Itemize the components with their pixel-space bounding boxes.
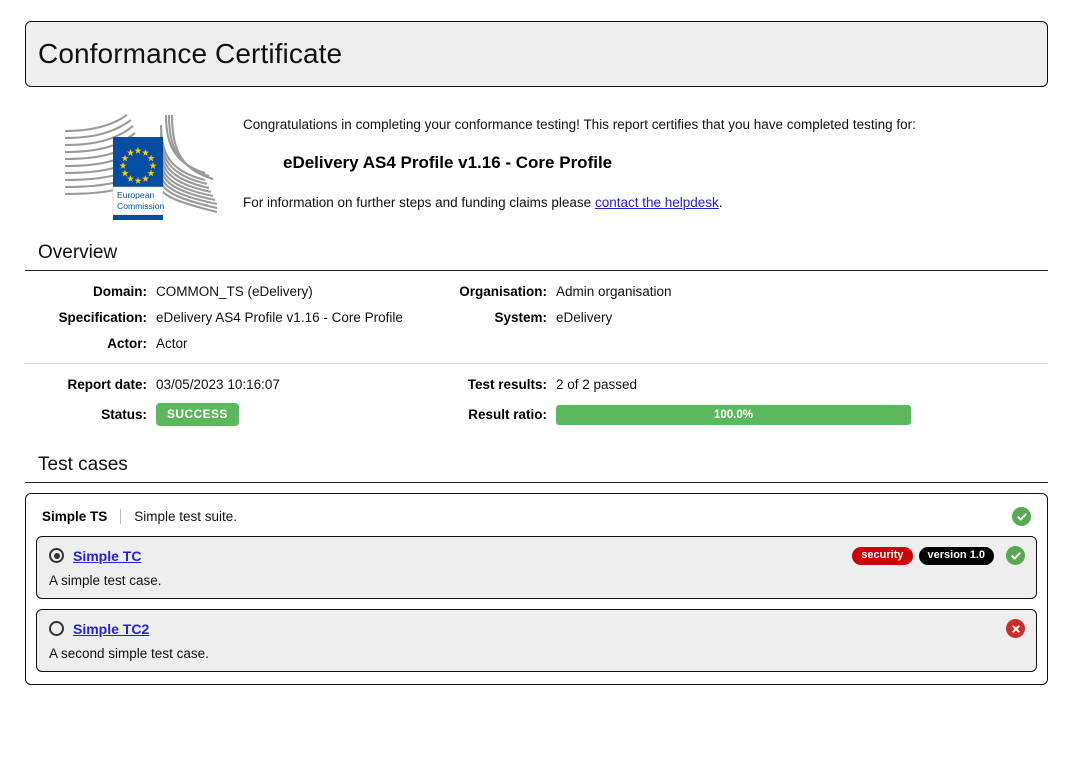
page-title-bar: Conformance Certificate bbox=[25, 21, 1048, 87]
system-label: System: bbox=[494, 310, 547, 325]
specification-value: eDelivery AS4 Profile v1.16 - Core Profi… bbox=[156, 310, 403, 325]
domain-value: COMMON_TS (eDelivery) bbox=[156, 284, 313, 299]
test-suite-name: Simple TS bbox=[42, 509, 122, 524]
logo-bottom-bar bbox=[113, 215, 163, 220]
overview-row-status: Status: SUCCESS Result ratio: 100.0% bbox=[25, 403, 1048, 426]
result-ratio-cell: Result ratio: 100.0% bbox=[455, 404, 1048, 425]
test-case-card[interactable]: Simple TC security version 1.0 A simple … bbox=[36, 536, 1037, 599]
result-ratio-progress: 100.0% bbox=[556, 404, 911, 425]
domain-label: Domain: bbox=[93, 284, 147, 299]
test-case-header: Simple TC security version 1.0 bbox=[49, 546, 1025, 565]
domain-cell: Domain: COMMON_TS (eDelivery) bbox=[25, 284, 455, 299]
actor-label: Actor: bbox=[107, 336, 147, 351]
test-cases-container: Simple TS Simple test suite. Simple TC s… bbox=[25, 493, 1048, 685]
report-date-label: Report date: bbox=[67, 377, 147, 392]
test-results-value: 2 of 2 passed bbox=[556, 377, 638, 392]
result-ratio-label: Result ratio: bbox=[468, 407, 547, 422]
specification-cell: Specification: eDelivery AS4 Profile v1.… bbox=[25, 310, 455, 325]
ec-logo-svg: European Commission bbox=[64, 114, 218, 220]
congratulations-text: Congratulations in completing your confo… bbox=[243, 117, 916, 132]
test-suite-header: Simple TS Simple test suite. bbox=[36, 503, 1037, 536]
organisation-cell: Organisation: Admin organisation bbox=[455, 284, 1048, 299]
actor-cell: Actor: Actor bbox=[25, 336, 455, 351]
overview-details-bottom: Report date: 03/05/2023 10:16:07 Test re… bbox=[25, 364, 1048, 438]
logo-line1-text: European bbox=[117, 190, 154, 200]
helpdesk-prefix: For information on further steps and fun… bbox=[243, 195, 595, 211]
overview-row-report-date: Report date: 03/05/2023 10:16:07 Test re… bbox=[25, 377, 1048, 392]
certificate-page: Conformance Certificate European Commiss… bbox=[0, 21, 1073, 685]
helpdesk-suffix: . bbox=[718, 195, 723, 211]
profile-title: eDelivery AS4 Profile v1.16 - Core Profi… bbox=[283, 153, 613, 173]
test-case-link[interactable]: Simple TC2 bbox=[73, 621, 149, 637]
status-label: Status: bbox=[101, 407, 147, 422]
error-circle-icon bbox=[1006, 619, 1025, 638]
organisation-label: Organisation: bbox=[459, 284, 547, 299]
report-date-cell: Report date: 03/05/2023 10:16:07 bbox=[25, 377, 455, 392]
overview-row-specification: Specification: eDelivery AS4 Profile v1.… bbox=[25, 310, 1048, 325]
logo-line2-text: Commission bbox=[117, 201, 164, 211]
logo-container: European Commission bbox=[53, 109, 243, 226]
specification-label: Specification: bbox=[58, 310, 147, 325]
helpdesk-line: For information on further steps and fun… bbox=[243, 193, 1048, 213]
test-case-card[interactable]: Simple TC2 A second simple test case. bbox=[36, 609, 1037, 672]
overview-row-actor: Actor: Actor bbox=[25, 336, 1048, 351]
test-cases-top-divider bbox=[25, 482, 1048, 483]
test-case-link[interactable]: Simple TC bbox=[73, 548, 141, 564]
check-circle-icon bbox=[1006, 546, 1025, 565]
page-title: Conformance Certificate bbox=[38, 38, 343, 69]
result-ratio-fill: 100.0% bbox=[556, 404, 911, 425]
contact-helpdesk-link[interactable]: contact the helpdesk bbox=[595, 195, 719, 210]
test-case-header: Simple TC2 bbox=[49, 619, 1025, 638]
test-case-description: A second simple test case. bbox=[49, 646, 209, 661]
status-cell: Status: SUCCESS bbox=[25, 403, 455, 426]
system-cell: System: eDelivery bbox=[455, 310, 1048, 325]
test-case-description: A simple test case. bbox=[49, 573, 162, 588]
status-badge: SUCCESS bbox=[156, 403, 239, 426]
test-results-cell: Test results: 2 of 2 passed bbox=[455, 377, 1048, 392]
tag-security: security bbox=[852, 546, 913, 565]
report-date-value: 03/05/2023 10:16:07 bbox=[156, 377, 280, 392]
actor-value: Actor bbox=[156, 336, 188, 351]
tag-version: version 1.0 bbox=[918, 546, 994, 565]
intro-text-block: Congratulations in completing your confo… bbox=[243, 109, 1048, 214]
logo-right-wing bbox=[159, 114, 218, 214]
radio-unselected-icon[interactable] bbox=[49, 621, 64, 636]
test-suite-description: Simple test suite. bbox=[134, 509, 238, 524]
check-circle-icon bbox=[1012, 507, 1031, 526]
radio-selected-icon[interactable] bbox=[49, 548, 64, 563]
radio-dot bbox=[53, 552, 60, 559]
system-value: eDelivery bbox=[556, 310, 613, 325]
overview-heading: Overview bbox=[38, 242, 118, 263]
intro-section: European Commission Congratulations in c… bbox=[25, 109, 1048, 226]
test-cases-heading: Test cases bbox=[38, 454, 128, 475]
organisation-value: Admin organisation bbox=[556, 284, 672, 299]
european-commission-logo: European Commission bbox=[53, 113, 229, 226]
test-results-label: Test results: bbox=[467, 377, 547, 392]
overview-row-domain: Domain: COMMON_TS (eDelivery) Organisati… bbox=[25, 284, 1048, 299]
overview-details-top: Domain: COMMON_TS (eDelivery) Organisati… bbox=[25, 271, 1048, 363]
